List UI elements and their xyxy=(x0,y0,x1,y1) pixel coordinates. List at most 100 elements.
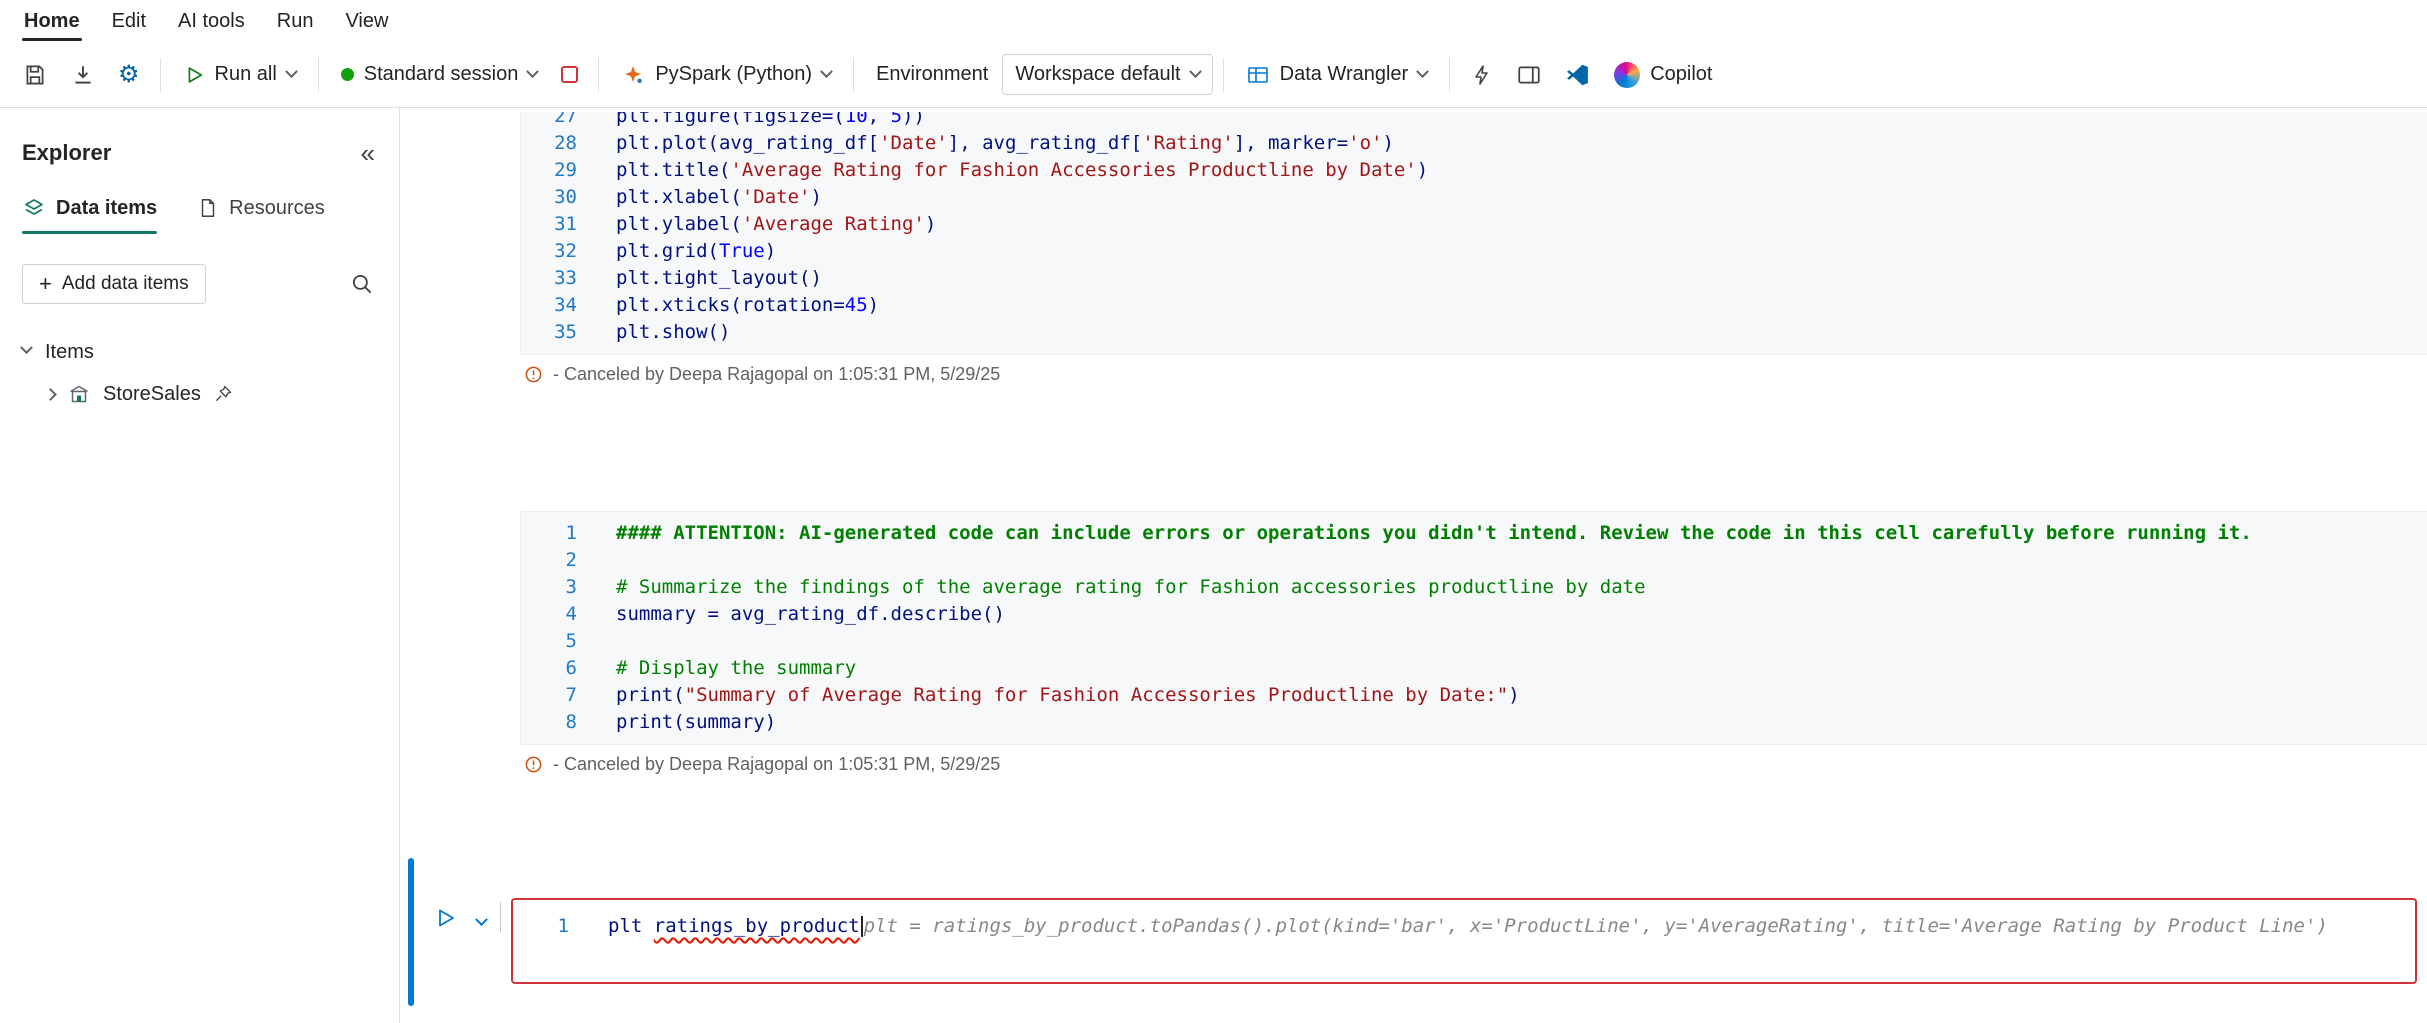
run-cell-play-icon xyxy=(433,906,457,930)
code-line[interactable]: 7 print("Summary of Average Rating for Fa… xyxy=(521,682,2427,709)
toolbar-divider xyxy=(853,57,855,92)
line-number: 28 xyxy=(554,132,577,154)
workspace-label: Workspace default xyxy=(1015,63,1181,85)
line-number: 1 xyxy=(557,915,569,937)
add-data-items-label: Add data items xyxy=(61,273,189,294)
tab-label: Resources xyxy=(229,196,325,219)
line-number: 7 xyxy=(565,684,577,706)
line-number: 32 xyxy=(554,240,577,262)
stop-session-button[interactable] xyxy=(551,58,588,91)
chevron-down-icon xyxy=(20,341,33,355)
settings-gear-icon: ⚙ xyxy=(118,60,140,88)
data-wrangler-label: Data Wrangler xyxy=(1279,63,1409,85)
code-line[interactable]: 3 # Summarize the findings of the average… xyxy=(521,574,2427,601)
open-vscode-button[interactable] xyxy=(1554,54,1600,96)
code-editor[interactable]: 1 #### ATTENTION: AI-generated code can i… xyxy=(520,511,2427,745)
line-number: 34 xyxy=(554,294,577,316)
layout-panel-icon xyxy=(1516,62,1542,88)
active-code-cell[interactable]: 1 plt ratings_by_product plt = ratings_by_… xyxy=(511,898,2417,984)
code-line[interactable]: 1 #### ATTENTION: AI-generated code can i… xyxy=(521,520,2427,547)
code-editor[interactable]: 27 plt.figure(figsize=(10, 5)) 28 plt.plot(… xyxy=(520,112,2427,355)
notebook-toolbar: ⚙ Run all Standard session PySpark (Pyth… xyxy=(0,42,2427,108)
code-line[interactable]: 2 xyxy=(521,547,2427,574)
tree-item-storesales[interactable]: StoreSales xyxy=(0,373,399,415)
run-cell-button[interactable] xyxy=(433,906,457,930)
line-number: 6 xyxy=(565,657,577,679)
code-cell-1: 27 plt.figure(figsize=(10, 5)) 28 plt.plot(… xyxy=(520,112,2427,394)
tree-item-label: StoreSales xyxy=(103,382,201,405)
code-text: print("Summary of Average Rating for Fas… xyxy=(616,684,1520,706)
copilot-icon xyxy=(1614,61,1641,88)
line-number: 2 xyxy=(565,549,577,571)
menu-item-ai-tools[interactable]: AI tools xyxy=(162,2,261,41)
code-line[interactable]: 6 # Display the summary xyxy=(521,655,2427,682)
tree-root-label: Items xyxy=(45,341,94,363)
cell-status-bar: - Canceled by Deepa Rajagopal on 1:05:31… xyxy=(520,745,2427,784)
lightning-icon xyxy=(1470,63,1494,87)
cell-status-text: - Canceled by Deepa Rajagopal on 1:05:31… xyxy=(553,754,1001,774)
code-text: print(summary) xyxy=(616,711,777,733)
search-icon[interactable] xyxy=(349,271,375,297)
collapse-sidebar-icon[interactable]: « xyxy=(361,140,375,166)
toggle-panel-button[interactable] xyxy=(1506,54,1552,96)
copilot-button[interactable]: Copilot xyxy=(1602,54,1724,96)
save-button[interactable] xyxy=(12,54,58,96)
code-line[interactable]: 35 plt.show() xyxy=(521,319,2427,346)
code-cell-2: 1 #### ATTENTION: AI-generated code can i… xyxy=(520,511,2427,784)
code-text: # Display the summary xyxy=(616,657,857,679)
toolbar-divider xyxy=(317,57,319,92)
chevron-down-icon xyxy=(1416,65,1430,79)
run-cell-options-dropdown[interactable] xyxy=(475,913,488,932)
code-text: summary = avg_rating_df.describe() xyxy=(616,603,1005,625)
tab-resources[interactable]: Resources xyxy=(197,196,325,234)
code-line[interactable]: 5 xyxy=(521,628,2427,655)
code-line[interactable]: 29 plt.title('Average Rating for Fashion … xyxy=(521,157,2427,184)
pyspark-icon xyxy=(621,63,645,87)
chevron-down-icon xyxy=(820,65,833,79)
document-icon xyxy=(197,197,219,219)
run-all-button[interactable]: Run all xyxy=(171,55,308,94)
line-number: 5 xyxy=(565,630,577,652)
code-line[interactable]: 31 plt.ylabel('Average Rating') xyxy=(521,211,2427,238)
code-text: plt.tight_layout() xyxy=(616,267,822,289)
settings-button[interactable]: ⚙ xyxy=(108,55,150,95)
data-wrangler-dropdown[interactable]: Data Wrangler xyxy=(1234,55,1440,95)
language-dropdown[interactable]: PySpark (Python) xyxy=(609,55,843,95)
run-all-label: Run all xyxy=(214,63,277,85)
code-line[interactable]: 30 plt.xlabel('Date') xyxy=(521,184,2427,211)
code-text: #### ATTENTION: AI-generated code can in… xyxy=(616,522,2252,544)
menu-item-run[interactable]: Run xyxy=(261,2,330,41)
export-button[interactable] xyxy=(60,54,106,96)
code-line[interactable]: 4 summary = avg_rating_df.describe() xyxy=(521,601,2427,628)
environment-button[interactable]: Environment xyxy=(864,55,1000,94)
menu-bar: Home Edit AI tools Run View xyxy=(0,0,2427,42)
vscode-icon xyxy=(1564,62,1590,88)
workspace-dropdown[interactable]: Workspace default xyxy=(1002,54,1213,95)
code-text: plt ratings_by_product plt = ratings_by_p… xyxy=(608,915,2328,937)
code-line[interactable]: 28 plt.plot(avg_rating_df['Date'], avg_ra… xyxy=(521,130,2427,157)
download-icon xyxy=(70,62,96,88)
code-line[interactable]: 33 plt.tight_layout() xyxy=(521,265,2427,292)
code-line[interactable]: 34 plt.xticks(rotation=45) xyxy=(521,292,2427,319)
cell-status-text: - Canceled by Deepa Rajagopal on 1:05:31… xyxy=(553,364,1001,384)
pin-icon[interactable] xyxy=(213,384,233,404)
line-number: 1 xyxy=(565,522,577,544)
cell-toolbar-divider xyxy=(500,902,501,932)
quick-actions-button[interactable] xyxy=(1460,55,1504,95)
session-dropdown[interactable]: Standard session xyxy=(329,55,550,94)
menu-item-edit[interactable]: Edit xyxy=(96,2,162,41)
code-line[interactable]: 1 plt ratings_by_product plt = ratings_by_… xyxy=(513,913,2415,940)
tree-root-items[interactable]: Items xyxy=(0,332,399,373)
tab-data-items[interactable]: Data items xyxy=(22,196,158,234)
add-data-items-button[interactable]: + Add data items xyxy=(22,264,206,304)
code-line[interactable]: 32 plt.grid(True) xyxy=(521,238,2427,265)
code-text: plt.title('Average Rating for Fashion Ac… xyxy=(616,159,1429,181)
menu-item-home[interactable]: Home xyxy=(8,2,96,41)
code-text: plt.ylabel('Average Rating') xyxy=(616,213,937,235)
code-line[interactable]: 8 print(summary) xyxy=(521,709,2427,736)
chevron-down-icon xyxy=(526,65,540,79)
menu-item-view[interactable]: View xyxy=(329,2,404,41)
code-line[interactable]: 27 plt.figure(figsize=(10, 5)) xyxy=(521,112,2427,130)
code-text: plt.grid(True) xyxy=(616,240,777,262)
